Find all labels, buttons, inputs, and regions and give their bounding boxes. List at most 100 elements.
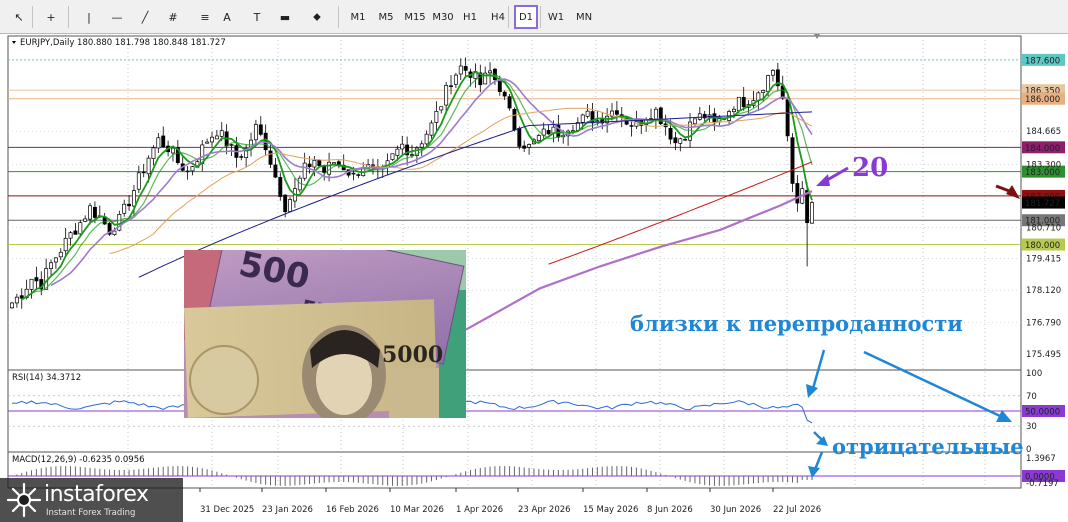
rsi-axis-tick: 30 xyxy=(1026,422,1037,432)
price-tag-label: 187.600 xyxy=(1025,56,1060,66)
horizontal-line-icon[interactable]: — xyxy=(106,5,128,29)
candle-body xyxy=(536,135,541,141)
candle-body xyxy=(161,135,166,147)
candle-body xyxy=(185,170,190,173)
candle-body xyxy=(790,137,795,184)
candle-body xyxy=(595,120,600,123)
candle-body xyxy=(83,218,88,222)
candle-body xyxy=(732,108,736,113)
time-axis-label: 15 May 2026 xyxy=(583,505,638,515)
candle-body xyxy=(10,302,14,309)
rectangle-icon[interactable]: ▬ xyxy=(274,5,296,29)
logo-brand-text: instaforex xyxy=(44,482,149,507)
candle-body xyxy=(146,157,151,175)
price-axis-tick: 176.790 xyxy=(1026,319,1061,329)
candle-body xyxy=(356,174,361,176)
time-axis-label: 16 Feb 2026 xyxy=(326,505,379,515)
candle-body xyxy=(53,257,58,263)
candle-body xyxy=(629,125,634,127)
timeframe-m15[interactable]: M15 xyxy=(402,5,428,29)
cursor-icon[interactable]: ↖ xyxy=(8,5,30,29)
candle-body xyxy=(449,85,453,87)
banknotes-photo: 500 EURO 5000 xyxy=(184,250,466,418)
candle-body xyxy=(673,137,678,144)
price-axis-tick: 179.415 xyxy=(1026,255,1061,265)
candle-body xyxy=(322,165,327,173)
candle-body xyxy=(58,251,63,258)
price-tag-label: 186.000 xyxy=(1025,95,1060,105)
candle-body xyxy=(278,177,283,197)
logo-burst-icon xyxy=(6,482,42,518)
candle-body xyxy=(522,145,527,149)
rsi-axis-tick: 70 xyxy=(1026,392,1037,402)
candle-body xyxy=(419,143,424,148)
vertical-line-icon[interactable]: | xyxy=(78,5,100,29)
toolbar-separator xyxy=(68,6,69,28)
time-axis-label: 23 Apr 2026 xyxy=(518,505,571,515)
candle-body xyxy=(810,202,814,224)
price-axis-tick: 184.665 xyxy=(1026,127,1061,137)
candle-body xyxy=(317,159,322,166)
candle-body xyxy=(151,147,156,159)
candle-body xyxy=(497,80,502,92)
candle-body xyxy=(34,277,39,282)
time-axis-label: 31 Dec 2025 xyxy=(200,505,254,515)
candle-body xyxy=(517,127,522,147)
candle-body xyxy=(63,237,68,252)
trendline-icon[interactable]: ╱ xyxy=(134,5,156,29)
timeframe-m5[interactable]: M5 xyxy=(374,5,398,29)
candle-body xyxy=(488,70,492,74)
arrows-icon[interactable]: ⬥ xyxy=(306,5,328,29)
time-axis-label: 10 Mar 2026 xyxy=(390,505,444,515)
timeframe-h1[interactable]: H1 xyxy=(458,5,482,29)
candle-body xyxy=(29,278,34,290)
text-icon[interactable]: A xyxy=(216,5,238,29)
candle-body xyxy=(132,190,136,207)
chart-symbol-header: EURJPY,Daily 180.880 181.798 180.848 181… xyxy=(20,38,226,48)
candle-body xyxy=(512,108,517,131)
candle-body xyxy=(678,138,683,144)
candle-body xyxy=(312,159,317,168)
candle-body xyxy=(683,138,688,141)
macd-axis-tick: -0.7197 xyxy=(1026,479,1059,489)
crosshair-icon[interactable]: + xyxy=(40,5,62,29)
text-label-icon[interactable]: T xyxy=(246,5,268,29)
candle-body xyxy=(507,96,512,109)
candle-body xyxy=(268,150,273,165)
rsi-level-tag: 50.0000 xyxy=(1025,408,1060,418)
timeframe-m1[interactable]: M1 xyxy=(346,5,370,29)
candle-body xyxy=(692,118,697,125)
candle-body xyxy=(283,194,288,213)
equidistant-channel-icon[interactable]: # xyxy=(162,5,184,29)
candle-body xyxy=(668,127,673,140)
candle-body xyxy=(546,130,551,135)
candle-body xyxy=(741,97,746,108)
timeframe-h4[interactable]: H4 xyxy=(486,5,510,29)
time-axis-label: 22 Jul 2026 xyxy=(773,505,821,515)
instaforex-logo: instaforex Instant Forex Trading xyxy=(0,478,183,522)
time-axis-label: 23 Jan 2026 xyxy=(262,505,313,515)
candle-body xyxy=(141,171,146,174)
timeframe-d1[interactable]: D1 xyxy=(514,5,538,29)
candle-body xyxy=(307,163,312,168)
candle-body xyxy=(332,162,336,165)
candle-body xyxy=(390,153,395,160)
candle-body xyxy=(190,166,195,172)
candle-body xyxy=(444,85,449,106)
candle-body xyxy=(395,148,400,156)
candle-body xyxy=(527,144,532,148)
trading-chart[interactable]: EURJPY,Daily 180.880 181.798 180.848 181… xyxy=(0,34,1068,522)
time-axis-label: 1 Apr 2026 xyxy=(456,505,503,515)
time-axis-label: 30 Jun 2026 xyxy=(710,505,761,515)
candle-body xyxy=(122,203,127,214)
fibonacci-icon[interactable]: ≡ xyxy=(194,5,216,29)
candle-body xyxy=(205,141,210,144)
timeframe-w1[interactable]: W1 xyxy=(544,5,568,29)
timeframe-mn[interactable]: MN xyxy=(572,5,596,29)
candle-body xyxy=(463,65,468,71)
candle-body xyxy=(434,111,439,123)
candle-body xyxy=(88,205,92,220)
candle-body xyxy=(580,114,585,123)
logo-tagline: Instant Forex Trading xyxy=(46,508,136,518)
timeframe-m30[interactable]: M30 xyxy=(430,5,456,29)
